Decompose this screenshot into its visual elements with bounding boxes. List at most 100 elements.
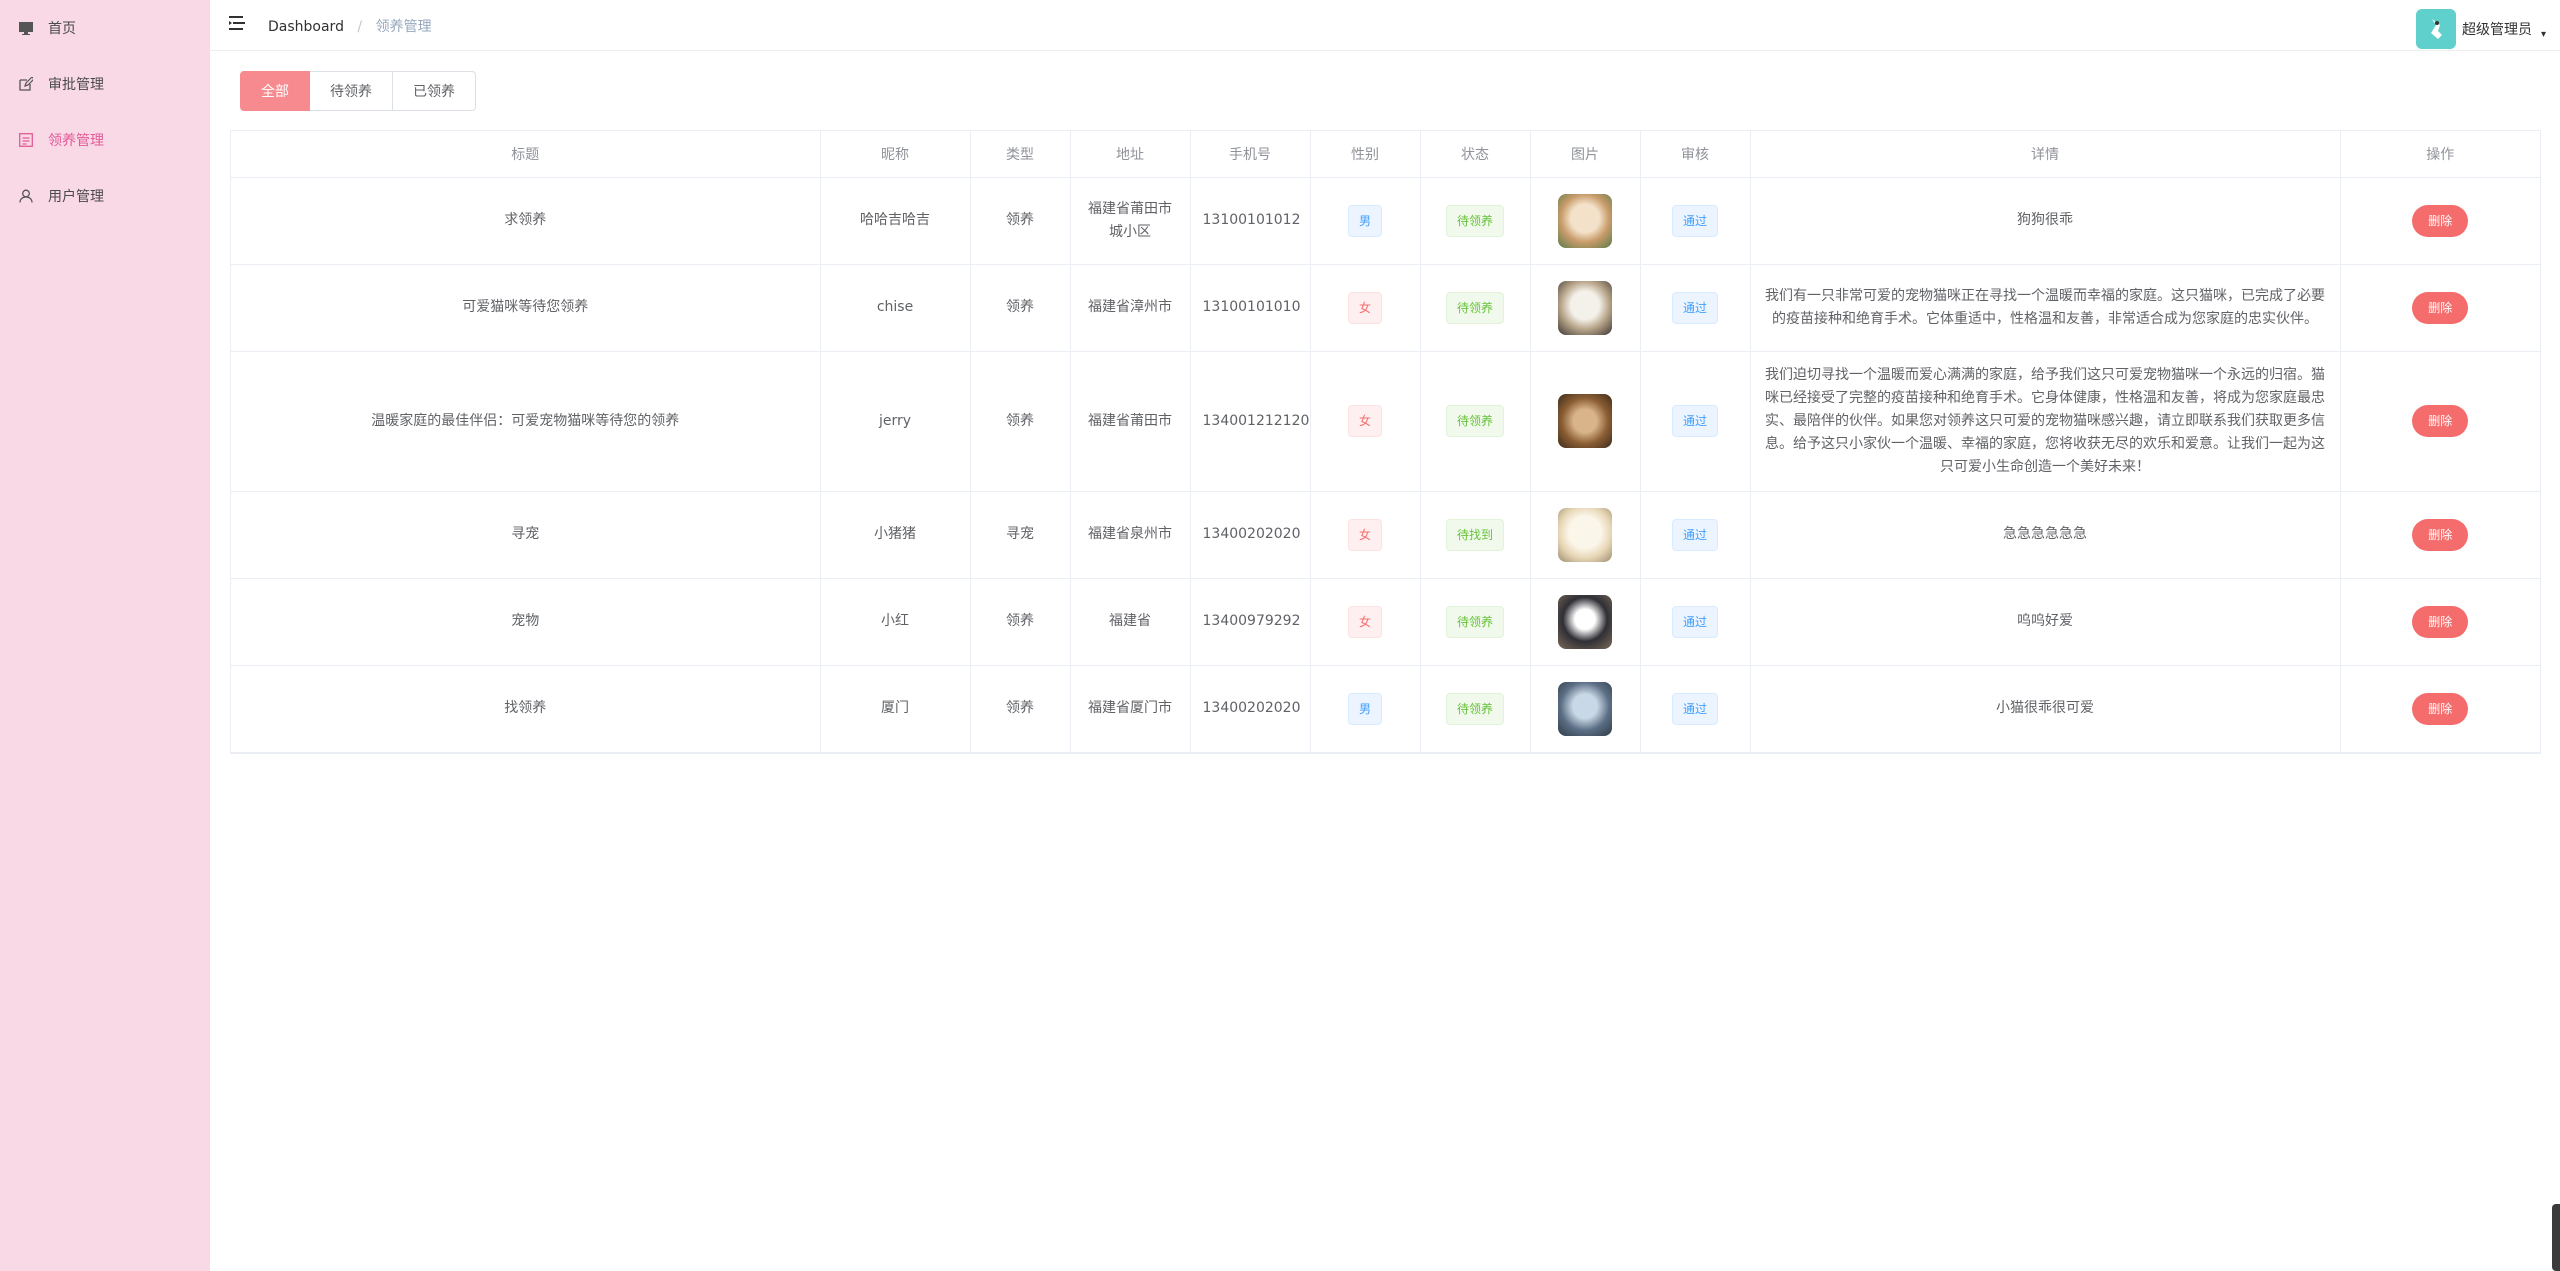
cell-detail: 我们迫切寻找一个温暖而爱心满满的家庭，给予我们这只可爱宠物猫咪一个永远的归宿。猫… (1750, 351, 2341, 492)
monitor-icon (18, 20, 34, 36)
list-icon (18, 132, 34, 148)
cell-image (1530, 264, 1641, 352)
cell-type: 领养 (970, 264, 1071, 352)
cell-audit: 通过 (1640, 264, 1751, 352)
cell-action: 删除 (2340, 264, 2540, 352)
delete-button[interactable]: 删除 (2412, 692, 2469, 725)
column-header: 状态 (1420, 131, 1531, 178)
cell-title: 温暖家庭的最佳伴侣：可爱宠物猫咪等待您的领养 (231, 351, 821, 492)
column-header: 详情 (1750, 131, 2341, 178)
cell-audit: 通过 (1640, 351, 1751, 492)
cell-nickname: 厦门 (820, 665, 971, 753)
sidebar-item-approval[interactable]: 审批管理 (0, 56, 210, 112)
cell-type: 领养 (970, 177, 1071, 265)
status-badge: 待领养 (1445, 692, 1504, 725)
cell-nickname: jerry (820, 351, 971, 492)
status-badge: 待找到 (1445, 518, 1504, 551)
status-badge: 待领养 (1445, 405, 1504, 437)
cell-detail: 狗狗很乖 (1750, 177, 2341, 265)
cell-gender: 男 (1310, 177, 1421, 265)
pet-photo[interactable] (1558, 394, 1612, 448)
cell-title: 宠物 (231, 578, 821, 666)
user-menu[interactable]: 超级管理员 ▾ (2415, 9, 2546, 49)
gender-tag: 女 (1347, 518, 1382, 551)
cell-nickname: 小红 (820, 578, 971, 666)
pet-photo[interactable] (1558, 280, 1612, 335)
cell-gender: 女 (1310, 351, 1421, 492)
cell-status: 待领养 (1420, 578, 1531, 666)
cell-type: 领养 (970, 665, 1071, 753)
breadcrumb-current: 领养管理 (375, 19, 432, 35)
cell-action: 删除 (2340, 578, 2540, 666)
cell-detail: 急急急急急急 (1750, 491, 2341, 579)
cell-image (1530, 491, 1641, 579)
edit-icon (18, 76, 34, 92)
cell-detail: 我们有一只非常可爱的宠物猫咪正在寻找一个温暖而幸福的家庭。这只猫咪，已完成了必要… (1750, 264, 2341, 352)
status-badge: 待领养 (1445, 291, 1504, 324)
cell-nickname: 哈哈吉哈吉 (820, 177, 971, 265)
gender-tag: 男 (1347, 692, 1382, 725)
gender-tag: 女 (1347, 291, 1382, 324)
cell-title: 求领养 (231, 177, 821, 265)
pet-photo[interactable] (1558, 681, 1612, 736)
cell-action: 删除 (2340, 491, 2540, 579)
cell-title: 可爱猫咪等待您领养 (231, 264, 821, 352)
audit-tag: 通过 (1671, 605, 1718, 638)
delete-button[interactable]: 删除 (2412, 204, 2469, 237)
column-header: 标题 (231, 131, 821, 178)
sidebar-item-label: 审批管理 (48, 77, 104, 93)
pet-photo[interactable] (1558, 594, 1612, 649)
cell-status: 待领养 (1420, 351, 1531, 492)
delete-button[interactable]: 删除 (2412, 405, 2469, 437)
cell-status: 待领养 (1420, 177, 1531, 265)
cell-type: 领养 (970, 351, 1071, 492)
column-header: 手机号 (1190, 131, 1311, 178)
column-header: 地址 (1070, 131, 1191, 178)
cell-phone: 13400202020 (1190, 665, 1311, 753)
cell-nickname: chise (820, 264, 971, 352)
cell-address: 福建省莆田市 (1070, 351, 1191, 492)
cell-detail: 呜呜好爱 (1750, 578, 2341, 666)
filter-tabs: 全部 待领养 已领养 (240, 71, 476, 111)
tab-adopted[interactable]: 已领养 (393, 71, 476, 111)
cell-address: 福建省泉州市 (1070, 491, 1191, 579)
sidebar-item-home[interactable]: 首页 (0, 0, 210, 56)
delete-button[interactable]: 删除 (2412, 518, 2469, 551)
table-row: 宠物 小红 领养 福建省 13400979292 女 待领养 通过 呜呜好爱 删… (231, 578, 2540, 666)
cell-address: 福建省 (1070, 578, 1191, 666)
sidebar: 首页 审批管理 领养管理 用户管理 (0, 0, 210, 1271)
pet-photo[interactable] (1558, 193, 1612, 248)
column-header: 昵称 (820, 131, 971, 178)
column-header: 类型 (970, 131, 1071, 178)
cell-gender: 男 (1310, 665, 1421, 753)
breadcrumb-separator: / (357, 19, 363, 35)
cell-action: 删除 (2340, 351, 2540, 492)
tab-pending[interactable]: 待领养 (310, 71, 393, 111)
sidebar-item-adoption[interactable]: 领养管理 (0, 112, 210, 168)
cell-image (1530, 665, 1641, 753)
scrollbar-thumb[interactable] (2552, 1204, 2560, 1271)
cell-action: 删除 (2340, 177, 2540, 265)
cell-status: 待领养 (1420, 264, 1531, 352)
table-row: 求领养 哈哈吉哈吉 领养 福建省莆田市城小区 13100101012 男 待领养… (231, 177, 2540, 265)
breadcrumb-dashboard[interactable]: Dashboard (268, 19, 344, 35)
hamburger-icon[interactable] (228, 15, 246, 31)
delete-button[interactable]: 删除 (2412, 605, 2469, 638)
sidebar-item-label: 首页 (48, 21, 76, 37)
user-name: 超级管理员 (2461, 22, 2532, 38)
delete-button[interactable]: 删除 (2412, 291, 2469, 324)
cell-gender: 女 (1310, 491, 1421, 579)
cell-status: 待领养 (1420, 665, 1531, 753)
pet-photo[interactable] (1558, 507, 1612, 562)
cell-image (1530, 351, 1641, 492)
tab-all[interactable]: 全部 (240, 71, 310, 111)
column-header: 审核 (1640, 131, 1751, 178)
cell-status: 待找到 (1420, 491, 1531, 579)
status-badge: 待领养 (1445, 204, 1504, 237)
cell-audit: 通过 (1640, 491, 1751, 579)
cell-phone: 13400202020 (1190, 491, 1311, 579)
sidebar-item-users[interactable]: 用户管理 (0, 168, 210, 224)
cell-detail: 小猫很乖很可爱 (1750, 665, 2341, 753)
caret-down-icon: ▾ (2540, 28, 2546, 40)
cell-audit: 通过 (1640, 665, 1751, 753)
